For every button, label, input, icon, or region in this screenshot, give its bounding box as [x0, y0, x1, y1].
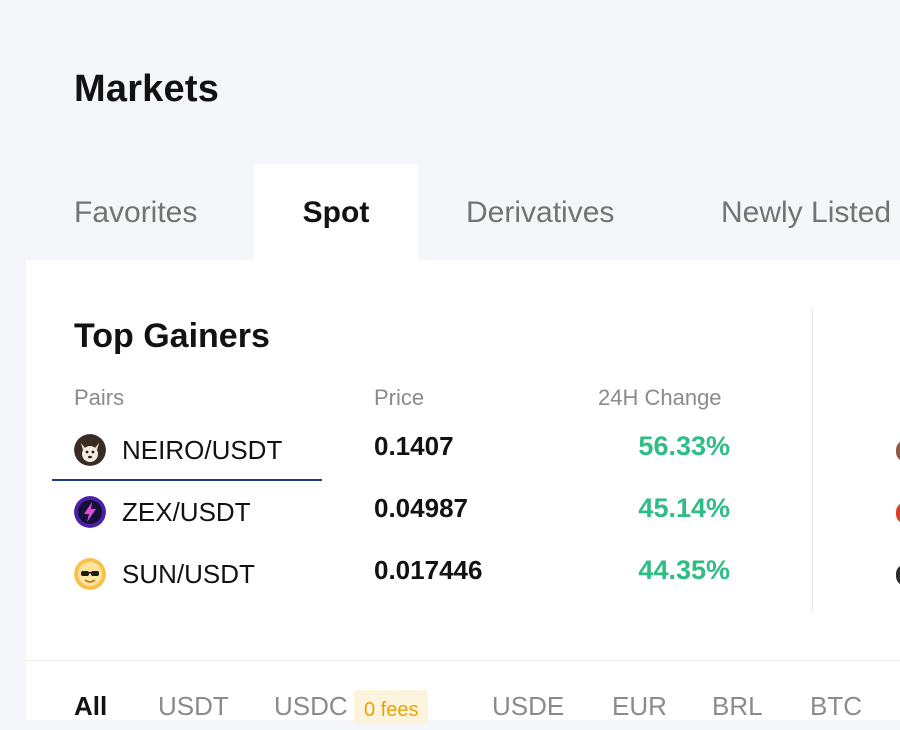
quote-currency-filters: All USDT USDC 0 fees USDE EUR BRL BTC: [26, 684, 900, 724]
tab-derivatives[interactable]: Derivatives: [466, 164, 614, 260]
tab-favorites[interactable]: Favorites: [74, 164, 197, 260]
pair-24h-change: 45.14%: [638, 493, 730, 523]
zero-fees-badge: 0 fees: [354, 690, 429, 724]
filter-usdt[interactable]: USDT: [158, 690, 229, 722]
neiro-dog-icon: [74, 434, 106, 466]
column-header-price: Price: [374, 385, 425, 410]
column-header-pairs: Pairs: [74, 385, 125, 410]
filter-eur[interactable]: EUR: [612, 690, 667, 722]
table-row[interactable]: NEIRO/USDT 0.1407 56.33%: [26, 420, 806, 482]
pair-price: 0.1407: [374, 431, 454, 461]
section-divider: [812, 308, 813, 612]
tab-newly-listed[interactable]: Newly Listed: [721, 164, 891, 260]
pair-name: SUN/USDT: [122, 559, 255, 589]
next-section-coin-icon: [896, 564, 900, 586]
markets-panel: Top Gainers Pairs Price 24H Change NEIRO…: [26, 260, 900, 724]
table-row[interactable]: ZEX/USDT 0.04987 45.14%: [26, 482, 806, 544]
top-gainers-title: Top Gainers: [74, 317, 270, 355]
zex-lightning-icon: [74, 496, 106, 528]
row-hover-underline: [52, 479, 322, 481]
pair-name: NEIRO/USDT: [122, 435, 283, 465]
pair-price: 0.017446: [374, 555, 483, 585]
column-header-24h-change: 24H Change: [598, 385, 722, 410]
filter-usde[interactable]: USDE: [492, 690, 564, 722]
pair-24h-change: 44.35%: [638, 555, 730, 585]
next-section-coin-icon: [896, 440, 900, 462]
filter-all[interactable]: All: [74, 690, 107, 722]
table-row[interactable]: SUN/USDT 0.017446 44.35%: [26, 544, 806, 606]
pair-price: 0.04987: [374, 493, 468, 523]
pair-24h-change: 56.33%: [638, 431, 730, 461]
page-title: Markets: [74, 68, 220, 110]
filter-btc[interactable]: BTC: [810, 690, 862, 722]
pair-name: ZEX/USDT: [122, 497, 251, 527]
tab-spot[interactable]: Spot: [254, 164, 418, 260]
sun-sunglasses-icon: [74, 558, 106, 590]
next-section-coin-icon: [896, 502, 900, 524]
filters-divider: [26, 660, 900, 661]
market-tabs: Favorites Spot Derivatives Newly Listed: [26, 164, 900, 260]
filter-usdc[interactable]: USDC: [274, 690, 348, 722]
filter-brl[interactable]: BRL: [712, 690, 763, 722]
